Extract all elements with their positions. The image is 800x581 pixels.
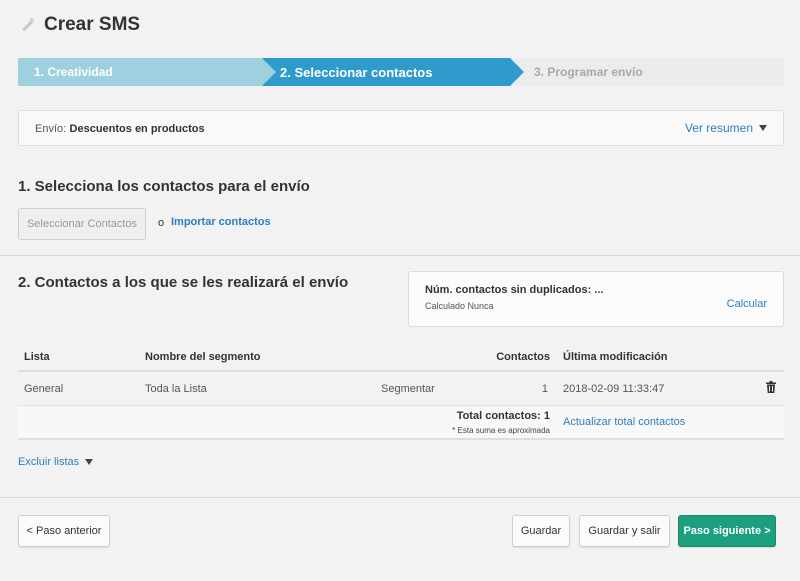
- section2-title: 2. Contactos a los que se les realizará …: [18, 274, 349, 291]
- magic-wand-icon: ✦: [18, 16, 36, 34]
- col-modificacion: Última modificación: [563, 351, 668, 363]
- table-footer: Total contactos: 1 * Esta suma es aproxi…: [18, 406, 784, 440]
- step-creatividad[interactable]: 1. Creatividad: [18, 58, 276, 86]
- trash-icon[interactable]: [766, 381, 776, 393]
- col-contactos: Contactos: [496, 351, 550, 363]
- wizard-steps: 1. Creatividad 2. Seleccionar contactos …: [18, 58, 784, 86]
- page-title: Crear SMS: [44, 14, 141, 35]
- divider: [0, 255, 800, 256]
- cell-modificacion: 2018-02-09 11:33:47: [563, 383, 665, 395]
- exclude-lists-toggle[interactable]: Excluir listas: [18, 456, 94, 468]
- cell-segmento: Toda la Lista: [145, 383, 207, 395]
- exclude-lists-label[interactable]: Excluir listas: [18, 456, 79, 468]
- previous-step-button[interactable]: < Paso anterior: [18, 515, 110, 547]
- summary-label: Envío:: [35, 123, 67, 135]
- select-contacts-button[interactable]: Seleccionar Contactos: [18, 208, 146, 240]
- divider: [0, 497, 800, 498]
- cell-contactos: 1: [541, 383, 548, 395]
- next-step-button[interactable]: Paso siguiente >: [678, 515, 776, 547]
- segmentar-link[interactable]: Segmentar: [381, 383, 435, 395]
- save-button[interactable]: Guardar: [512, 515, 570, 547]
- summary-value: Descuentos en productos: [69, 123, 205, 135]
- col-lista: Lista: [24, 351, 50, 363]
- table-row: General Toda la Lista Segmentar 1 2018-0…: [18, 372, 784, 406]
- calcular-link[interactable]: Calcular: [727, 298, 767, 310]
- ver-resumen-label[interactable]: Ver resumen: [685, 121, 753, 135]
- section1-title: 1. Selecciona los contactos para el enví…: [18, 178, 310, 195]
- page-header: ✦ Crear SMS: [18, 14, 140, 36]
- table-header: Lista Nombre del segmento Contactos Últi…: [18, 346, 784, 372]
- ver-resumen-toggle[interactable]: Ver resumen: [685, 121, 767, 135]
- contacts-table: Lista Nombre del segmento Contactos Últi…: [18, 346, 784, 440]
- total-note: * Esta suma es aproximada: [452, 426, 550, 435]
- caret-down-icon[interactable]: [759, 125, 767, 131]
- summary-bar: Envío: Descuentos en productos Ver resum…: [18, 110, 784, 146]
- total-contacts: Total contactos: 1: [456, 410, 550, 422]
- contact-count-box: Núm. contactos sin duplicados: ... Calcu…: [408, 271, 784, 327]
- caret-down-icon[interactable]: [85, 459, 94, 465]
- save-and-exit-button[interactable]: Guardar y salir: [579, 515, 670, 547]
- import-contacts-link[interactable]: Importar contactos: [171, 216, 271, 228]
- step-programar-envio: 3. Programar envío: [510, 58, 784, 86]
- count-title: Núm. contactos sin duplicados: ...: [425, 284, 604, 296]
- count-subtitle: Calculado Nunca: [425, 301, 494, 311]
- update-total-link[interactable]: Actualizar total contactos: [563, 416, 685, 428]
- step-seleccionar-contactos[interactable]: 2. Seleccionar contactos: [262, 58, 524, 86]
- or-separator: o: [158, 217, 165, 229]
- cell-lista: General: [24, 383, 64, 395]
- col-segmento: Nombre del segmento: [145, 351, 261, 363]
